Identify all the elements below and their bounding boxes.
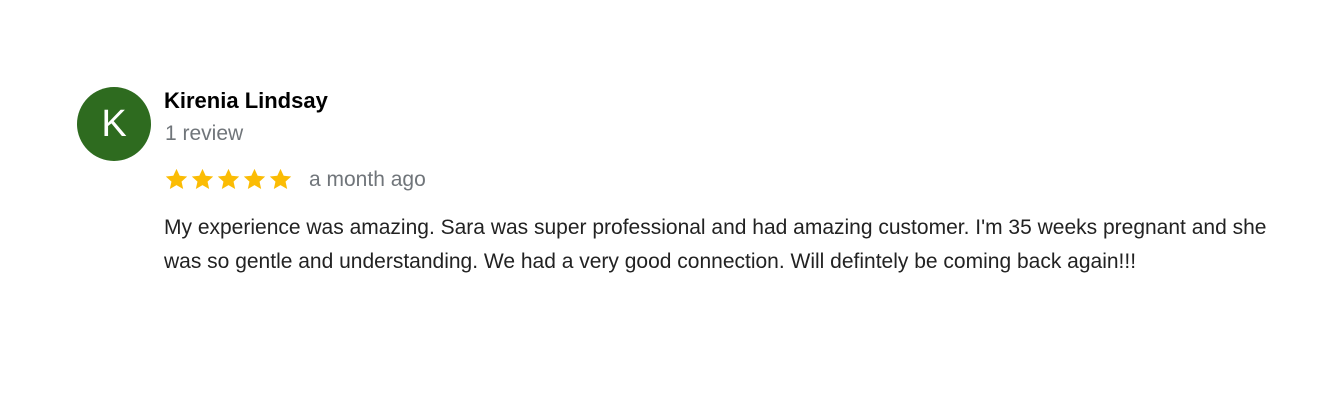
star-icon bbox=[243, 168, 266, 189]
review-card: K Kirenia Lindsay 1 review a month ago M… bbox=[0, 0, 1333, 404]
reviewer-name[interactable]: Kirenia Lindsay bbox=[164, 88, 328, 114]
rating-row: a month ago bbox=[164, 164, 426, 194]
star-icon bbox=[165, 168, 188, 189]
avatar[interactable]: K bbox=[77, 87, 151, 161]
star-icon bbox=[191, 168, 214, 189]
star-icon bbox=[217, 168, 240, 189]
review-time: a month ago bbox=[309, 168, 426, 191]
review-text: My experience was amazing. Sara was supe… bbox=[164, 216, 1267, 273]
avatar-initial: K bbox=[101, 102, 127, 145]
review-count: 1 review bbox=[165, 122, 244, 145]
star-icon bbox=[269, 168, 292, 189]
star-rating bbox=[164, 167, 293, 192]
